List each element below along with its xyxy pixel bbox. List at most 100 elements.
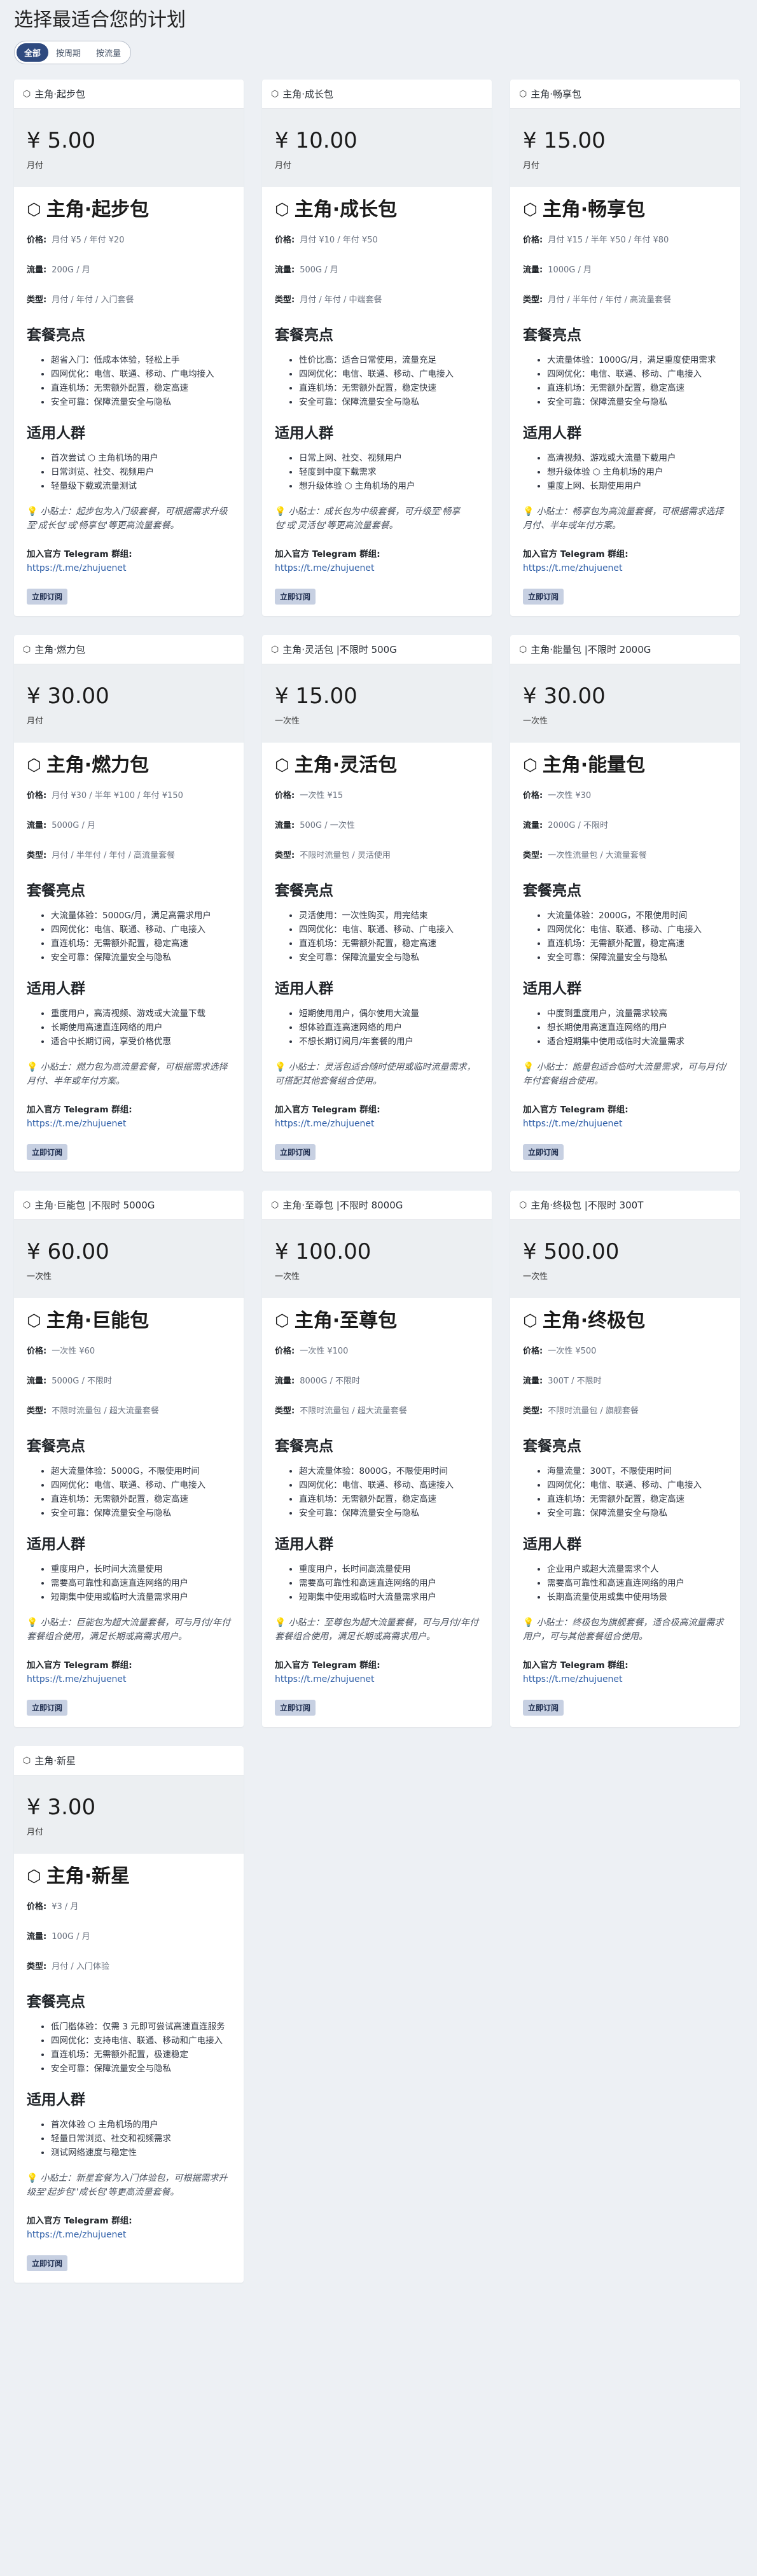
- telegram-link[interactable]: https://t.me/zhujuenet: [275, 1119, 479, 1129]
- lightbulb-icon: 💡: [27, 1618, 38, 1628]
- plan-period: 一次性: [27, 1272, 52, 1282]
- telegram-link[interactable]: https://t.me/zhujuenet: [27, 2230, 231, 2240]
- plan-name: 主角·灵活包: [294, 754, 398, 776]
- cube-icon: ⬡: [27, 200, 41, 220]
- cube-icon: ⬡: [23, 1755, 31, 1766]
- tab-by-period[interactable]: 按周期: [48, 43, 88, 62]
- traffic-row: 流量: 500G / 月: [275, 263, 479, 275]
- audience-list: 短期使用用户，偶尔使用大流量 想体验直连高速网络的用户 不想长期订阅月/年套餐的…: [275, 1007, 479, 1049]
- audience-list: 重度用户，长时间大流量使用 需要高可靠性和高速直连网络的用户 短期集中使用或临时…: [27, 1562, 231, 1604]
- cube-icon: ⬡: [23, 644, 31, 655]
- feature-item: 海量流量：300T，不限使用时间: [547, 1464, 727, 1478]
- telegram-link[interactable]: https://t.me/zhujuenet: [523, 563, 727, 573]
- price-box: ¥ 10.00 月付: [262, 109, 492, 187]
- highlights-heading: 套餐亮点: [275, 883, 333, 899]
- card-header: ⬡ 主角·能量包 |不限时 2000G: [510, 635, 740, 664]
- feature-item: 四网优化：电信、联通、移动、广电接入: [299, 367, 479, 381]
- features-list: 大流量体验：5000G/月，满足高需求用户 四网优化：电信、联通、移动、广电接入…: [27, 909, 231, 965]
- traffic-value: 8000G / 不限时: [300, 1376, 361, 1386]
- lightbulb-icon: 💡: [275, 1618, 286, 1628]
- plan-price: ¥ 30.00: [27, 683, 109, 709]
- plan-name: 主角·至尊包: [294, 1310, 398, 1332]
- type-row: 类型: 不限时流量包 / 超大流量套餐: [275, 1404, 479, 1416]
- type-label: 类型:: [523, 1406, 543, 1416]
- cube-icon: ⬡: [523, 200, 538, 220]
- price-row: 价格: 一次性 ¥60: [27, 1344, 231, 1356]
- plan-card: ⬡ 主角·巨能包 |不限时 5000G ¥ 60.00 一次性 ⬡ 主角·巨能包…: [14, 1191, 244, 1727]
- feature-item: 低门槛体验：仅需 3 元即可尝试高速直连服务: [51, 2020, 231, 2034]
- traffic-label: 流量:: [27, 1376, 47, 1386]
- card-body: ⬡ 主角·灵活包 价格: 一次性 ¥15 流量: 500G / 一次性 类型: 不限时…: [262, 743, 492, 1172]
- plan-title: ⬡ 主角·终极包: [523, 1308, 727, 1334]
- price-label: 价格:: [27, 1347, 47, 1356]
- subscribe-button[interactable]: 立即订阅: [523, 1700, 564, 1716]
- telegram-link[interactable]: https://t.me/zhujuenet: [523, 1674, 727, 1684]
- audience-item: 想升级体验 ⬡ 主角机场的用户: [299, 479, 479, 493]
- type-value: 月付 / 年付 / 中端套餐: [300, 295, 382, 305]
- plan-title: ⬡ 主角·燃力包: [27, 753, 231, 778]
- traffic-value: 100G / 月: [52, 1932, 90, 1942]
- audience-item: 长期高流量使用或集中使用场景: [547, 1590, 727, 1604]
- traffic-label: 流量:: [27, 1932, 47, 1942]
- features-list: 低门槛体验：仅需 3 元即可尝试高速直连服务 四网优化：支持电信、联通、移动和广…: [27, 2020, 231, 2076]
- audience-item: 不想长期订阅月/年套餐的用户: [299, 1035, 479, 1049]
- features-list: 超大流量体验：5000G，不限使用时间 四网优化：电信、联通、移动、广电接入 直…: [27, 1464, 231, 1520]
- plan-title: ⬡ 主角·畅享包: [523, 197, 727, 223]
- subscribe-button[interactable]: 立即订阅: [27, 1144, 68, 1160]
- traffic-row: 流量: 500G / 一次性: [275, 818, 479, 830]
- audience-item: 重度用户，长时间高流量使用: [299, 1562, 479, 1576]
- plan-name: 主角·成长包: [294, 199, 398, 221]
- plan-period: 一次性: [275, 717, 300, 726]
- audience-heading: 适用人群: [523, 981, 581, 997]
- type-label: 类型:: [27, 1406, 47, 1416]
- tab-by-traffic[interactable]: 按流量: [88, 43, 128, 62]
- feature-item: 直连机场：无需额外配置，稳定高速: [547, 1492, 727, 1506]
- tip-text: 小贴士：灵活包适合随时使用或临时流量需求，可搭配其他套餐组合使用。: [275, 1062, 476, 1086]
- subscribe-button[interactable]: 立即订阅: [523, 589, 564, 605]
- price-detail: 月付 ¥30 / 半年 ¥100 / 年付 ¥150: [52, 791, 183, 801]
- subscribe-button[interactable]: 立即订阅: [27, 589, 68, 605]
- audience-heading: 适用人群: [523, 1536, 581, 1553]
- type-value: 月付 / 年付 / 入门套餐: [52, 295, 134, 305]
- audience-heading: 适用人群: [275, 425, 333, 442]
- subscribe-button[interactable]: 立即订阅: [27, 1700, 68, 1716]
- feature-item: 超省入门：低成本体验，轻松上手: [51, 353, 231, 367]
- plan-period: 一次性: [275, 1272, 300, 1282]
- plan-price: ¥ 100.00: [275, 1239, 372, 1264]
- plan-card: ⬡ 主角·起步包 ¥ 5.00 月付 ⬡ 主角·起步包 价格: 月付 ¥5 / 年…: [14, 80, 244, 616]
- type-value: 月付 / 半年付 / 年付 / 高流量套餐: [548, 295, 672, 305]
- feature-item: 四网优化：电信、联通、移动、广电接入: [547, 923, 727, 937]
- card-body: ⬡ 主角·燃力包 价格: 月付 ¥30 / 半年 ¥100 / 年付 ¥150 流…: [14, 743, 244, 1172]
- type-label: 类型:: [275, 295, 295, 305]
- feature-item: 四网优化：电信、联通、移动、广电接入: [51, 1478, 231, 1492]
- telegram-join-label: 加入官方 Telegram 群组:: [27, 549, 132, 559]
- cube-icon: ⬡: [275, 1312, 289, 1331]
- price-box: ¥ 15.00 月付: [510, 109, 740, 187]
- subscribe-button[interactable]: 立即订阅: [27, 2255, 68, 2271]
- telegram-link[interactable]: https://t.me/zhujuenet: [523, 1119, 727, 1129]
- price-detail: 一次性 ¥100: [300, 1347, 349, 1356]
- price-detail: 一次性 ¥500: [548, 1347, 597, 1356]
- audience-heading: 适用人群: [27, 2092, 85, 2108]
- tip-text: 小贴士：起步包为入门级套餐，可根据需求升级至'成长包'或'畅享包'等更高流量套餐…: [27, 507, 228, 531]
- telegram-link[interactable]: https://t.me/zhujuenet: [27, 1674, 231, 1684]
- feature-item: 安全可靠：保障流量安全与隐私: [547, 395, 727, 409]
- price-label: 价格:: [275, 235, 295, 245]
- subscribe-button[interactable]: 立即订阅: [523, 1144, 564, 1160]
- telegram-link[interactable]: https://t.me/zhujuenet: [275, 1674, 479, 1684]
- subscribe-button[interactable]: 立即订阅: [275, 1700, 316, 1716]
- price-label: 价格:: [523, 791, 543, 801]
- telegram-link[interactable]: https://t.me/zhujuenet: [27, 563, 231, 573]
- plan-price: ¥ 15.00: [523, 128, 606, 153]
- feature-item: 四网优化：电信、联通、移动、广电接入: [547, 367, 727, 381]
- telegram-link[interactable]: https://t.me/zhujuenet: [27, 1119, 231, 1129]
- subscribe-button[interactable]: 立即订阅: [275, 1144, 316, 1160]
- highlights-heading: 套餐亮点: [27, 883, 85, 899]
- telegram-link[interactable]: https://t.me/zhujuenet: [275, 563, 479, 573]
- tab-all[interactable]: 全部: [17, 43, 49, 62]
- audience-heading: 适用人群: [275, 1536, 333, 1553]
- card-header: ⬡ 主角·巨能包 |不限时 5000G: [14, 1191, 244, 1220]
- type-label: 类型:: [275, 851, 295, 860]
- subscribe-button[interactable]: 立即订阅: [275, 589, 316, 605]
- audience-item: 重度上网、长期使用用户: [547, 479, 727, 493]
